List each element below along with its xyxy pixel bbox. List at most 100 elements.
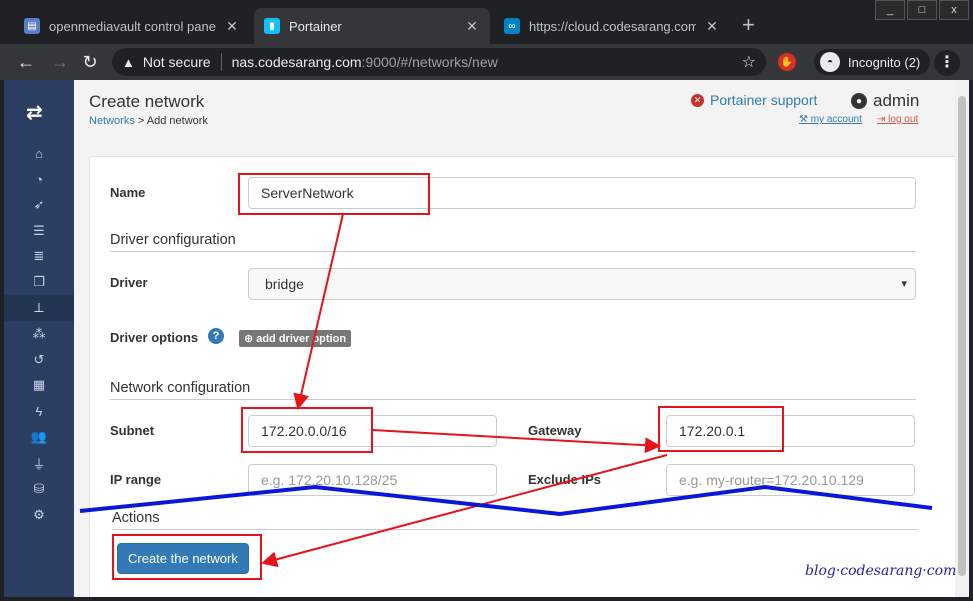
driver-selected-value: bridge [265, 276, 304, 292]
tab-portainer[interactable]: ▮ Portainer ✕ [254, 8, 490, 44]
home-icon: ⌂ [35, 145, 43, 161]
ip-range-input[interactable]: e.g. 172.20.10.128/25 [248, 464, 497, 496]
extension-icon[interactable]: ✋ [778, 53, 796, 71]
sidebar-item-rocket-icon[interactable]: ➶ [4, 192, 74, 218]
exclude-ips-input[interactable]: e.g. my-router=172.20.10.129 [666, 464, 915, 496]
page-viewport: ⇄ ⌂ ◔ ➶ ☰ ≣ ❐ ⊥ ⁂ ↺ ▦ ϟ 👥 ⏚ ⛁ ⚙ Create network Network… [4, 80, 969, 597]
name-input[interactable]: ServerNetwork [248, 177, 916, 209]
portainer-favicon-icon: ▮ [264, 18, 280, 34]
browser-toolbar: ← → ↻ ▲ Not secure nas.codesarang.com:90… [0, 44, 973, 80]
database-icon: ⛁ [33, 481, 45, 496]
close-tab-icon[interactable]: ✕ [464, 18, 480, 35]
dashboard-icon: ◔ [35, 171, 43, 187]
my-account-label: my account [810, 114, 862, 125]
sidebar-item-dashboard-icon[interactable]: ◔ [4, 166, 74, 192]
new-tab-button[interactable]: + [742, 14, 755, 36]
openmediavault-favicon-icon: ▤ [24, 18, 40, 34]
create-network-form: Name ServerNetwork Driver configuration … [89, 156, 965, 597]
close-window-button[interactable]: x [939, 0, 969, 20]
tab-title: Portainer [289, 18, 342, 34]
actions-heading: Actions [112, 510, 918, 530]
address-bar[interactable]: ▲ Not secure nas.codesarang.com:9000/#/n… [112, 48, 766, 76]
incognito-indicator[interactable]: ◓ Incognito (2) [814, 49, 931, 75]
subnet-label: Subnet [110, 423, 155, 438]
tab-title: openmediavault control panel - c [49, 18, 216, 34]
warning-icon[interactable]: ▲ [122, 55, 135, 70]
sidebar-item-clone-icon[interactable]: ❐ [4, 269, 74, 295]
close-tab-icon[interactable]: ✕ [224, 18, 240, 35]
tab-strip: ▤ openmediavault control panel - c ✕ ▮ P… [0, 0, 973, 44]
bolt-icon: ϟ [35, 403, 43, 419]
log-out-link[interactable]: ⇥ log out [877, 114, 918, 125]
sidebar-item-list-icon[interactable]: ☰ [4, 218, 74, 244]
back-icon[interactable]: ← [14, 50, 38, 74]
sidebar: ⇄ ⌂ ◔ ➶ ☰ ≣ ❐ ⊥ ⁂ ↺ ▦ ϟ 👥 ⏚ ⛁ ⚙ [4, 80, 74, 597]
reload-icon[interactable]: ↻ [78, 50, 102, 74]
list-icon: ☰ [33, 223, 45, 238]
sidebar-item-history-icon[interactable]: ↺ [4, 347, 74, 373]
my-account-link[interactable]: ⚒ my account [799, 114, 862, 125]
url-host: nas.codesarang.com [231, 54, 362, 70]
maximize-button[interactable]: □ [907, 0, 937, 20]
sidebar-item-grid-icon[interactable]: ▦ [4, 372, 74, 398]
sidebar-item-sitemap-icon[interactable]: ⊥ [4, 295, 74, 321]
portainer-logo-icon[interactable]: ⇄ [26, 100, 43, 125]
browser-menu-icon[interactable]: ⋮ [934, 50, 960, 76]
sidebar-item-users-icon[interactable]: 👥 [4, 424, 74, 450]
scrollbar-thumb[interactable] [958, 96, 966, 576]
create-network-button[interactable]: Create the network [117, 543, 249, 574]
tab-title: https://cloud.codesarang.com [529, 18, 696, 34]
driver-select[interactable]: bridge ▾ [248, 268, 916, 300]
network-configuration-heading: Network configuration [110, 380, 916, 400]
clone-icon: ❐ [33, 274, 45, 289]
gateway-input[interactable]: 172.20.0.1 [666, 415, 915, 447]
add-driver-option-button[interactable]: ⊕ add driver option [239, 330, 352, 347]
window-controls: _ □ x [873, 0, 969, 20]
cogs-icon: ⚙ [33, 507, 45, 522]
close-tab-icon[interactable]: ✕ [704, 18, 720, 35]
forward-icon[interactable]: → [48, 50, 72, 74]
sidebar-item-server-icon[interactable]: ≣ [4, 243, 74, 269]
sign-out-icon: ⇥ [877, 114, 886, 125]
log-out-label: log out [888, 114, 919, 125]
watermark: blog·codesarang·com [805, 563, 957, 579]
sidebar-item-bolt-icon[interactable]: ϟ [4, 398, 74, 424]
help-icon[interactable]: ? [208, 328, 224, 344]
incognito-icon: ◓ [820, 52, 840, 72]
driver-configuration-heading: Driver configuration [110, 232, 916, 252]
subnet-input[interactable]: 172.20.0.0/16 [248, 415, 497, 447]
driver-label: Driver [110, 275, 148, 290]
sidebar-item-plug-icon[interactable]: ⏚ [4, 450, 74, 476]
breadcrumb-current: > Add network [134, 115, 208, 127]
plus-circle-icon: ⊕ [244, 333, 254, 345]
tab-nextcloud[interactable]: ∞ https://cloud.codesarang.com ✕ [494, 8, 730, 44]
breadcrumb: Networks > Add network [89, 115, 208, 127]
tab-openmediavault[interactable]: ▤ openmediavault control panel - c ✕ [14, 8, 250, 44]
breadcrumb-networks-link[interactable]: Networks [89, 115, 135, 127]
life-ring-icon: ✕ [691, 93, 704, 107]
incognito-label: Incognito (2) [848, 54, 921, 70]
page-scrollbar[interactable] [955, 80, 969, 597]
minimize-button[interactable]: _ [875, 0, 905, 20]
user-name-label: admin [873, 91, 920, 110]
portainer-support-link[interactable]: ✕ Portainer support [691, 92, 817, 108]
sidebar-item-home-icon[interactable]: ⌂ [4, 140, 74, 166]
support-label: Portainer support [710, 92, 818, 108]
sidebar-item-cogs-icon[interactable]: ⚙ [4, 502, 74, 528]
chevron-down-icon: ▾ [901, 278, 907, 290]
user-circle-icon: ● [851, 93, 867, 109]
plug-icon: ⏚ [32, 456, 46, 472]
nextcloud-favicon-icon: ∞ [504, 18, 520, 34]
security-label[interactable]: Not secure [143, 54, 211, 70]
ip-range-label: IP range [110, 472, 162, 487]
sitemap-icon: ⊥ [33, 300, 45, 315]
divider [220, 53, 222, 71]
grid-icon: ▦ [32, 377, 46, 392]
sidebar-item-database-icon[interactable]: ⛁ [4, 476, 74, 502]
driver-options-label: Driver options [110, 330, 199, 345]
add-driver-option-label: add driver option [256, 332, 347, 345]
bookmark-star-icon[interactable]: ☆ [742, 52, 756, 72]
name-label: Name [110, 185, 146, 200]
sidebar-item-cubes-icon[interactable]: ⁂ [4, 321, 74, 347]
gateway-label: Gateway [528, 423, 582, 438]
